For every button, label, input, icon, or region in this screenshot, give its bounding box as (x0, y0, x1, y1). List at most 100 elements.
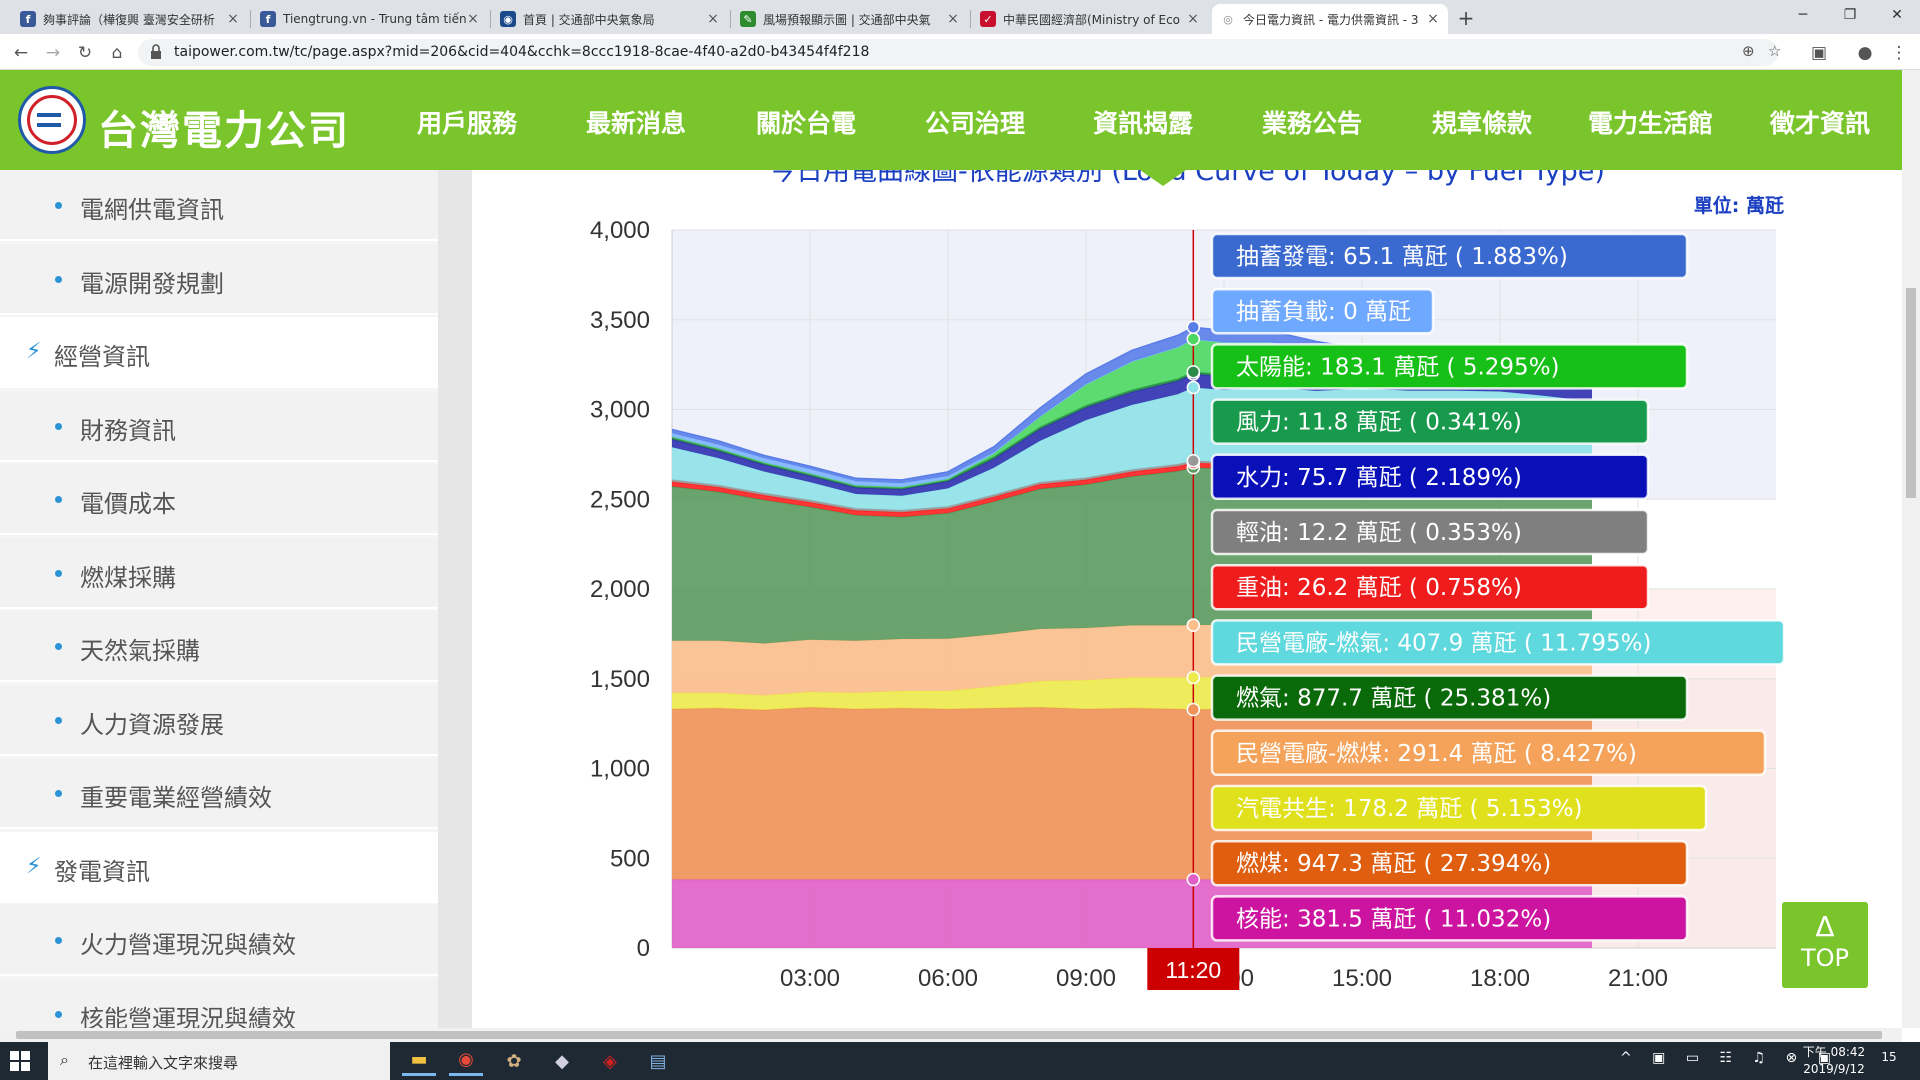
tooltip-percent: 5.153% (1486, 796, 1574, 822)
clock-date: 2019/9/12 (1803, 1062, 1865, 1076)
tooltip-unit: 萬瓩 (1356, 465, 1402, 491)
bullet-icon (55, 496, 62, 503)
tooltip-value: 26.2 (1297, 575, 1348, 601)
bookmark-star-icon[interactable]: ☆ (1768, 42, 1781, 60)
vertical-scrollbar[interactable] (1902, 70, 1920, 1028)
series-point-12 (1186, 320, 1201, 335)
windows-start-icon[interactable] (10, 1051, 30, 1071)
nav-menu-item[interactable]: 電力生活館 (1588, 104, 1713, 140)
sidebar-item[interactable]: 人力資源發展 (0, 684, 438, 756)
maximize-button[interactable]: ❐ (1827, 0, 1873, 30)
nav-menu-item[interactable]: 用戶服務 (417, 104, 517, 140)
tooltip-series-name: 燃氣 (1236, 686, 1282, 712)
nav-menu-item[interactable]: 公司治理 (925, 104, 1025, 140)
home-button[interactable]: ⌂ (104, 40, 130, 66)
browser-tab[interactable]: ✎ 風場預報顯示圖 | 交通部中央氣 × (732, 4, 968, 34)
browser-menu-icon[interactable]: ⋮ (1886, 40, 1912, 66)
vertical-scroll-thumb[interactable] (1906, 288, 1916, 498)
app-icon-bird[interactable]: ◆ (545, 1046, 579, 1076)
logo-bar-top (37, 113, 61, 117)
url-field[interactable]: taipower.com.tw/tc/page.aspx?mid=206&cid… (138, 39, 1781, 66)
sidebar-item-label: 核能營運現況與績效 (80, 1004, 296, 1029)
series-point-0 (1186, 872, 1201, 887)
nav-menu-item[interactable]: 業務公告 (1262, 104, 1362, 140)
bullet-icon (55, 202, 62, 209)
tab-separator (970, 10, 971, 28)
browser-tab[interactable]: ◎ 今日電力資訊 - 電力供需資訊 - 3 × (1212, 4, 1448, 34)
tooltip-item-text: 燃煤: 947.3 萬瓩 ( 27.394%) (1236, 851, 1551, 877)
taskbar-clock[interactable]: 下午 08:42 2019/9/12 (1796, 1044, 1872, 1078)
sidebar-item[interactable]: 重要電業經營績效 (0, 758, 438, 829)
series-point-1 (1186, 702, 1201, 717)
horizontal-scrollbar[interactable] (0, 1028, 1902, 1042)
forward-button[interactable]: → (40, 40, 66, 66)
nav-menu-item[interactable]: 資訊揭露 (1093, 104, 1193, 140)
sidebar-item[interactable]: 電網供電資訊 (0, 170, 438, 241)
nav-menu-item[interactable]: 最新消息 (586, 104, 686, 140)
tooltip-series-name: 核能 (1236, 906, 1282, 932)
tooltip-item-text: 核能: 381.5 萬瓩 ( 11.032%) (1236, 906, 1551, 932)
extension-icon[interactable]: ▣ (1806, 40, 1832, 66)
app-icon-note[interactable]: ▤ (641, 1046, 675, 1076)
windows-taskbar: ⌕ 在這裡輸入文字來搜尋 ▬ ◉ ✿ ◆ ◈ ▤ ^ ▣ ▭ ☷ ♫ ⊗ ▣ 下午 08:… (0, 1042, 1920, 1080)
close-tab-icon[interactable]: × (946, 11, 960, 27)
tooltip-value: 947.3 (1297, 851, 1363, 877)
taskbar-search-box[interactable]: ⌕ 在這裡輸入文字來搜尋 (48, 1042, 390, 1080)
site-header: 台灣電力公司 用戶服務 最新消息 關於台電 公司治理 資訊揭露 業務公告 規章條款 電力生活館… (0, 70, 1902, 170)
tooltip-series-name: 風力 (1236, 410, 1282, 436)
bullet-icon (55, 716, 62, 724)
moea-icon: ✓ (980, 11, 996, 27)
sidebar-item-label: 人力資源發展 (80, 710, 224, 739)
tooltip-item-text: 太陽能: 183.1 萬瓩 ( 5.295%) (1236, 354, 1560, 380)
app-icon-rabbit[interactable]: ✿ (497, 1046, 531, 1076)
chrome-icon[interactable]: ◉ (449, 1046, 483, 1076)
reload-button[interactable]: ↻ (72, 40, 98, 66)
back-to-top-button[interactable]: Δ TOP (1782, 902, 1868, 988)
file-explorer-icon[interactable]: ▬ (402, 1046, 436, 1076)
sidebar-item[interactable]: 燃煤採購 (0, 537, 438, 609)
sidebar-item[interactable]: 電價成本 (0, 464, 438, 535)
sidebar-category[interactable]: ⚡ 發電資訊 (0, 831, 438, 903)
zoom-icon[interactable]: ⊕ (1742, 42, 1755, 60)
taipower-logo[interactable] (18, 86, 86, 154)
browser-tab[interactable]: ✓ 中華民國經濟部(Ministry of Eco × (972, 4, 1208, 34)
app-icon-red[interactable]: ◈ (593, 1046, 627, 1076)
tooltip-series-name: 抽蓄負載 (1236, 299, 1328, 325)
tooltip-series-name: 抽蓄發電 (1236, 244, 1328, 270)
y-tick-label: 2,000 (590, 576, 650, 603)
tooltip-value: 291.4 (1397, 741, 1463, 767)
bullet-icon (55, 1010, 62, 1018)
back-button[interactable]: ← (8, 40, 34, 66)
browser-tab[interactable]: f Tiengtrung.vn - Trung tâm tiếng × (252, 4, 488, 34)
sidebar-item-label: 火力營運現況與績效 (80, 931, 296, 959)
sidebar-item-label: 重要電業經營績效 (80, 784, 272, 812)
sidebar-item[interactable]: 電源開發規劃 (0, 243, 438, 315)
close-tab-icon[interactable]: × (1186, 11, 1200, 27)
close-tab-icon[interactable]: × (466, 11, 480, 27)
notification-center-icon[interactable]: 15 (1876, 1050, 1902, 1072)
close-tab-icon[interactable]: × (706, 11, 720, 27)
minimize-button[interactable]: ─ (1780, 0, 1826, 30)
browser-tab[interactable]: ◉ 首頁 | 交通部中央氣象局 × (492, 4, 728, 34)
close-tab-icon[interactable]: × (1426, 11, 1440, 27)
brand-name[interactable]: 台灣電力公司 (98, 98, 350, 156)
x-tick-label: 15:00 (1332, 965, 1392, 992)
tooltip-value: 407.9 (1397, 630, 1463, 656)
tooltip-unit: 萬瓩 (1416, 796, 1462, 822)
nav-menu-item[interactable]: 徵才資訊 (1770, 104, 1870, 140)
close-tab-icon[interactable]: × (226, 11, 240, 27)
tab-separator (250, 10, 251, 28)
nav-menu-item[interactable]: 關於台電 (756, 104, 856, 140)
sidebar-item[interactable]: 核能營運現況與績效 (0, 978, 438, 1029)
horizontal-scroll-thumb[interactable] (16, 1031, 1882, 1039)
sidebar-category[interactable]: ⚡ 經營資訊 (0, 317, 438, 388)
close-window-button[interactable]: ✕ (1874, 0, 1920, 30)
series-point-9 (1186, 365, 1201, 379)
sidebar-item[interactable]: 火力營運現況與績效 (0, 905, 438, 976)
sidebar-item[interactable]: 天然氣採購 (0, 611, 438, 682)
profile-icon[interactable]: ● (1852, 40, 1878, 66)
new-tab-button[interactable]: + (1452, 4, 1480, 32)
browser-tab[interactable]: f 夠事評論（樺復興 臺灣安全研析 × (12, 4, 248, 34)
sidebar-item[interactable]: 財務資訊 (0, 390, 438, 462)
nav-menu-item[interactable]: 規章條款 (1432, 104, 1532, 140)
